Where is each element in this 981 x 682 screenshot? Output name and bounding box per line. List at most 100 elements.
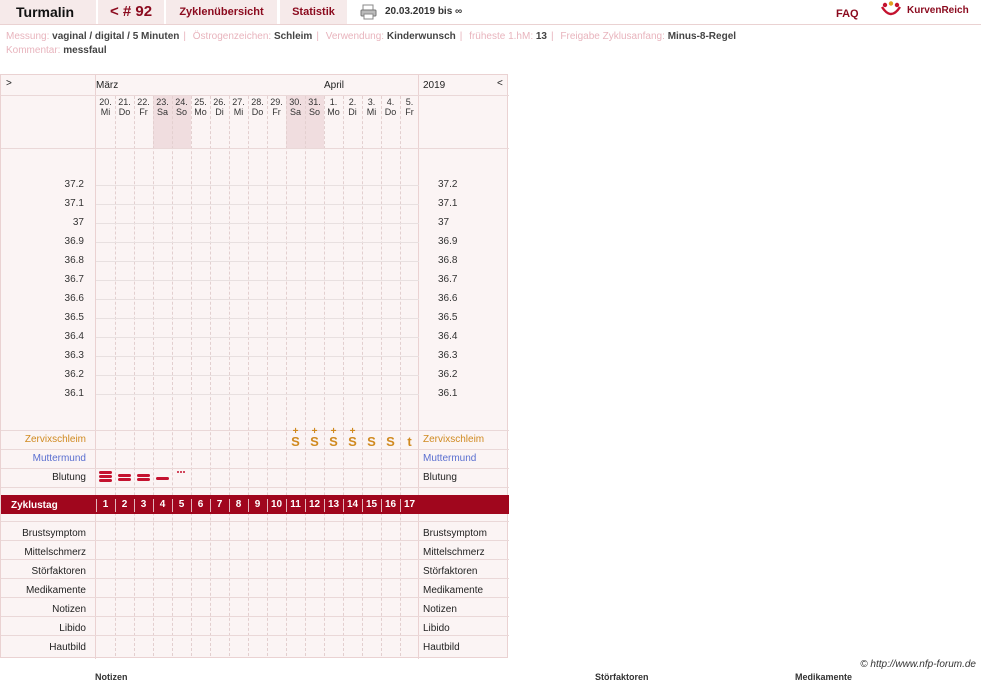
day-date: 4. [386,97,395,107]
day-header-cell[interactable]: 21. Do [115,97,134,117]
mucus-symbol[interactable]: S [381,434,400,449]
cycle-day-number[interactable]: 8 [229,499,248,510]
temperature-label-left: 36.2 [64,369,84,380]
cycle-day-number[interactable]: 7 [210,499,229,510]
printer-icon[interactable] [360,4,377,20]
libido-row-label-right: Libido [423,623,450,634]
row-separator [1,616,509,617]
cycle-day-number[interactable]: 10 [267,499,286,510]
cycle-day-number[interactable]: 9 [248,499,267,510]
spotting-marker[interactable] [180,471,182,473]
temperature-label-left: 37.2 [64,179,84,190]
kurvenreich-logo-icon[interactable] [880,1,902,21]
day-header-cell[interactable]: 29. Fr [267,97,286,117]
day-header-cell[interactable]: 4. Do [381,97,400,117]
cycle-day-number[interactable]: 13 [324,499,343,510]
cycle-day-number[interactable]: 17 [400,499,419,510]
temperature-label-left: 36.4 [64,331,84,342]
nav-next-button[interactable]: < [497,78,503,89]
day-gridline [229,96,230,656]
day-header-cell[interactable]: 24. So [172,97,191,117]
day-gridline [115,96,116,656]
cycle-day-number[interactable]: 11 [286,499,305,510]
day-header-cell[interactable]: 28. Do [248,97,267,117]
day-weekday: Fr [272,107,281,117]
mucus-symbol[interactable]: S + [305,426,324,449]
cycle-day-number[interactable]: 5 [172,499,191,510]
spotting-marker[interactable] [183,471,185,473]
mucus-letter: S [367,434,376,449]
day-header-cell[interactable]: 23. Sa [153,97,172,117]
day-date: 26. [213,97,226,107]
cycle-day-number[interactable]: 16 [381,499,400,510]
row-separator [1,449,509,450]
cycle-day-separator [305,499,306,512]
temperature-label-left: 36.9 [64,236,84,247]
zyklustag-label: Zyklustag [11,500,58,511]
temperature-label-right: 36.2 [438,369,458,380]
temperature-label-right: 37.1 [438,198,458,209]
cycle-day-separator [400,499,401,512]
cycle-day-separator [191,499,192,512]
day-header-cell[interactable]: 26. Di [210,97,229,117]
tab-statistik[interactable]: Statistik [280,0,348,24]
cycle-day-number[interactable]: 3 [134,499,153,510]
bleeding-marker[interactable] [99,475,112,478]
mucus-symbol[interactable]: t [400,434,419,449]
day-header-cell[interactable]: 31. So [305,97,324,117]
tab-zyklenuebersicht[interactable]: Zyklenübersicht [166,0,278,24]
cycle-day-number[interactable]: 4 [153,499,172,510]
zervix-row-label-right: Zervixschleim [423,434,485,445]
mucus-symbol[interactable]: S + [286,426,305,449]
bleeding-marker[interactable] [118,478,131,481]
cycle-day-separator [153,499,154,512]
row-separator [1,95,509,96]
freigabe-label: Freigabe Zyklusanfang: [560,31,665,42]
cycle-day-number[interactable]: 2 [115,499,134,510]
day-weekday: Mi [366,107,377,117]
spotting-marker[interactable] [177,471,179,473]
cycle-day-number[interactable]: 1 [96,499,115,510]
day-header-cell[interactable]: 5. Fr [400,97,419,117]
temperature-label-left: 37.1 [64,198,84,209]
bleeding-marker[interactable] [118,474,131,477]
day-weekday: Di [348,107,357,117]
day-header-cell[interactable]: 25. Mo [191,97,210,117]
day-header-cell[interactable]: 20. Mi [96,97,115,117]
day-weekday: Do [384,107,397,117]
freigabe-value: Minus-8-Regel [667,31,737,42]
bleeding-marker[interactable] [137,478,150,481]
notizen-row-label: Notizen [52,604,86,615]
day-header-cell[interactable]: 27. Mi [229,97,248,117]
day-gridline [305,96,306,656]
bleeding-marker[interactable] [156,477,169,480]
bleeding-marker[interactable] [137,474,150,477]
verwendung-label: Verwendung: [325,31,385,42]
bleeding-marker[interactable] [99,471,112,474]
cycle-day-separator [343,499,344,512]
bleeding-marker[interactable] [99,479,112,482]
day-date: 20. [99,97,112,107]
faq-link[interactable]: FAQ [836,8,859,20]
hm-label: früheste 1.hM: [469,31,534,42]
day-date: 1. [329,97,338,107]
day-date: 21. [118,97,131,107]
mucus-symbol[interactable]: S + [324,426,343,449]
year-label: 2019 [423,80,446,91]
day-header-cell[interactable]: 22. Fr [134,97,153,117]
day-header-cell[interactable]: 1. Mo [324,97,343,117]
day-gridline [191,96,192,656]
nav-prev-button[interactable]: > [6,78,12,89]
cycle-day-number[interactable]: 15 [362,499,381,510]
cycle-day-separator [96,499,97,512]
day-header-cell[interactable]: 2. Di [343,97,362,117]
cycle-day-number[interactable]: 12 [305,499,324,510]
cycle-day-number[interactable]: 14 [343,499,362,510]
cycle-day-number[interactable]: 6 [191,499,210,510]
mucus-symbol[interactable]: S + [343,426,362,449]
cycle-selector-button[interactable]: < # 92 [98,0,165,24]
day-header-cell[interactable]: 30. Sa [286,97,305,117]
day-header-cell[interactable]: 3. Mi [362,97,381,117]
mucus-symbol[interactable]: S [362,434,381,449]
brust-row-label: Brustsymptom [22,528,86,539]
